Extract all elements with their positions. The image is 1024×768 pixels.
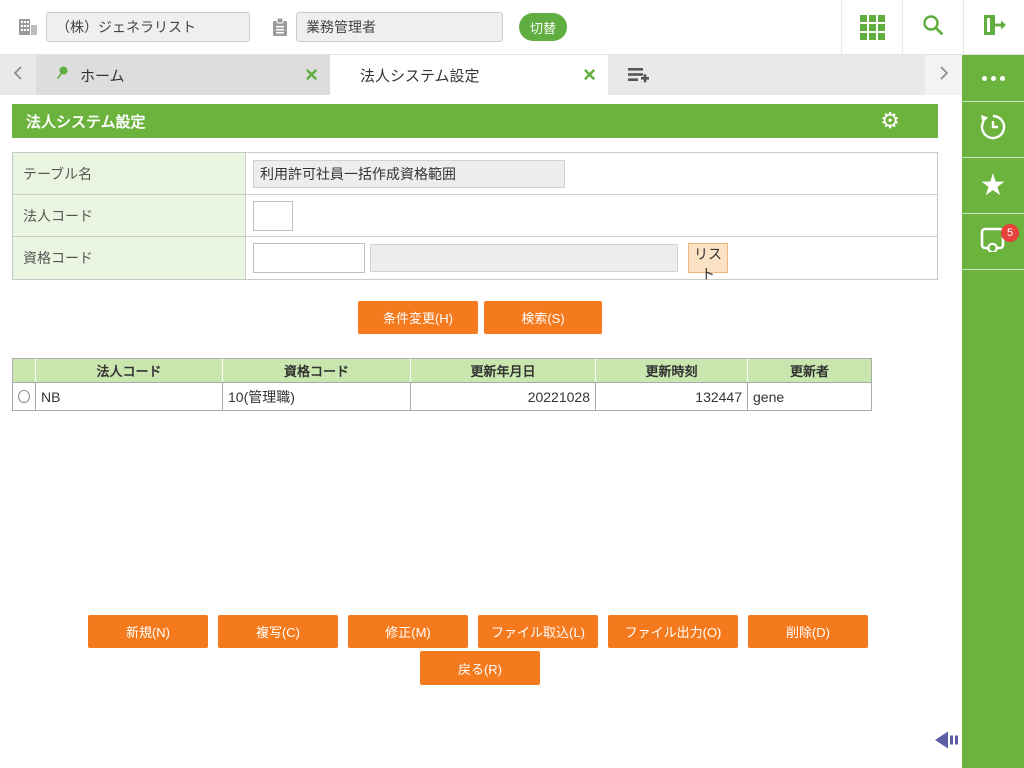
company-icon (18, 18, 38, 36)
tab-active-close-icon[interactable]: × (583, 64, 596, 86)
apps-grid-icon (859, 14, 885, 40)
col-update-date: 更新年月日 (411, 358, 596, 382)
search-actions: 条件変更(H) 検索(S) (358, 301, 602, 334)
star-icon: ★ (979, 168, 1007, 202)
logout-button[interactable] (963, 0, 1024, 54)
record-actions: 新規(N) 複写(C) 修正(M) ファイル取込(L) ファイル出力(O) 削除… (88, 615, 868, 648)
chevron-right-icon (939, 65, 949, 86)
app-header: 切替 (0, 0, 1024, 55)
tab-active-label: 法人システム設定 (360, 67, 480, 85)
tabs-scroll-right-button[interactable] (925, 55, 962, 95)
tabs-scroll-left-button[interactable] (0, 55, 36, 95)
collapse-panel-arrow-icon[interactable] (934, 729, 962, 756)
file-export-button[interactable]: ファイル出力(O) (608, 615, 738, 648)
main-content: 法人システム設定 ⚙ テーブル名 法人コード 資格コード リスト 条件変更(H) (0, 95, 962, 768)
sidebar-history-button[interactable] (962, 102, 1024, 158)
pin-icon (56, 66, 68, 84)
role-icon (272, 17, 288, 37)
table-name-label: テーブル名 (13, 153, 246, 194)
sidebar-notifications-button[interactable]: 5 (962, 214, 1024, 270)
qual-code-input[interactable] (253, 243, 365, 273)
col-qual-code: 資格コード (223, 358, 411, 382)
col-select (12, 358, 36, 382)
tab-home[interactable]: ホーム × (36, 55, 330, 95)
right-sidebar: ★ 5 (962, 55, 1024, 768)
results-table: 法人コード 資格コード 更新年月日 更新時刻 更新者 NB 10(管理職) 20… (12, 358, 872, 411)
search-form: テーブル名 法人コード 資格コード リスト (12, 152, 938, 282)
col-update-time: 更新時刻 (596, 358, 748, 382)
history-icon (978, 112, 1008, 147)
file-import-button[interactable]: ファイル取込(L) (478, 615, 598, 648)
form-row-corp-code: 法人コード (13, 195, 937, 237)
results-table-header: 法人コード 資格コード 更新年月日 更新時刻 更新者 (12, 358, 872, 382)
add-tab-icon (628, 68, 649, 83)
tab-bar: ホーム × 法人システム設定 × (0, 55, 962, 95)
modify-button[interactable]: 修正(M) (348, 615, 468, 648)
company-input[interactable] (46, 12, 250, 42)
tab-home-close-icon[interactable]: × (305, 64, 318, 86)
header-right (841, 0, 1024, 54)
cell-corp-code: NB (36, 382, 223, 411)
col-corp-code: 法人コード (36, 358, 223, 382)
apps-menu-button[interactable] (841, 0, 902, 54)
header-left: 切替 (0, 0, 567, 54)
search-button[interactable] (902, 0, 963, 54)
cell-update-time: 132447 (596, 382, 748, 411)
table-row: NB 10(管理職) 20221028 132447 gene (12, 382, 872, 411)
back-row: 戻る(R) (420, 651, 540, 685)
table-name-field (253, 159, 565, 188)
notification-badge: 5 (1001, 224, 1019, 242)
sidebar-more-button[interactable] (962, 55, 1024, 102)
chevron-left-icon (13, 65, 23, 86)
col-updater: 更新者 (748, 358, 872, 382)
row-select-radio[interactable] (18, 390, 30, 403)
corp-code-label: 法人コード (13, 195, 246, 236)
page-title: 法人システム設定 (26, 113, 146, 131)
back-button[interactable]: 戻る(R) (420, 651, 540, 685)
page-title-bar: 法人システム設定 ⚙ (12, 104, 938, 138)
settings-gear-icon[interactable]: ⚙ (880, 110, 900, 132)
search-icon (921, 13, 945, 42)
tab-home-label: ホーム (80, 67, 125, 85)
corp-code-input[interactable] (253, 200, 293, 231)
switch-button[interactable]: 切替 (519, 13, 567, 41)
cell-update-date: 20221028 (411, 382, 596, 411)
new-button[interactable]: 新規(N) (88, 615, 208, 648)
ellipsis-icon (981, 75, 1005, 81)
qual-name-field (370, 244, 678, 272)
logout-icon (981, 13, 1007, 42)
tabbar-spacer (608, 55, 925, 95)
form-row-table-name: テーブル名 (13, 153, 937, 195)
sidebar-favorites-button[interactable]: ★ (962, 158, 1024, 214)
tab-corporate-system-settings[interactable]: 法人システム設定 × (330, 55, 608, 95)
search-execute-button[interactable]: 検索(S) (484, 301, 602, 334)
cell-qual-code: 10(管理職) (223, 382, 411, 411)
form-row-qual-code: 資格コード リスト (13, 237, 937, 282)
qual-code-label: 資格コード (13, 237, 246, 279)
copy-button[interactable]: 複写(C) (218, 615, 338, 648)
role-input[interactable] (296, 12, 503, 42)
add-tab-button[interactable] (626, 65, 650, 85)
cell-updater: gene (748, 382, 872, 411)
qual-list-button[interactable]: リスト (688, 243, 728, 282)
delete-button[interactable]: 削除(D) (748, 615, 868, 648)
change-condition-button[interactable]: 条件変更(H) (358, 301, 478, 334)
